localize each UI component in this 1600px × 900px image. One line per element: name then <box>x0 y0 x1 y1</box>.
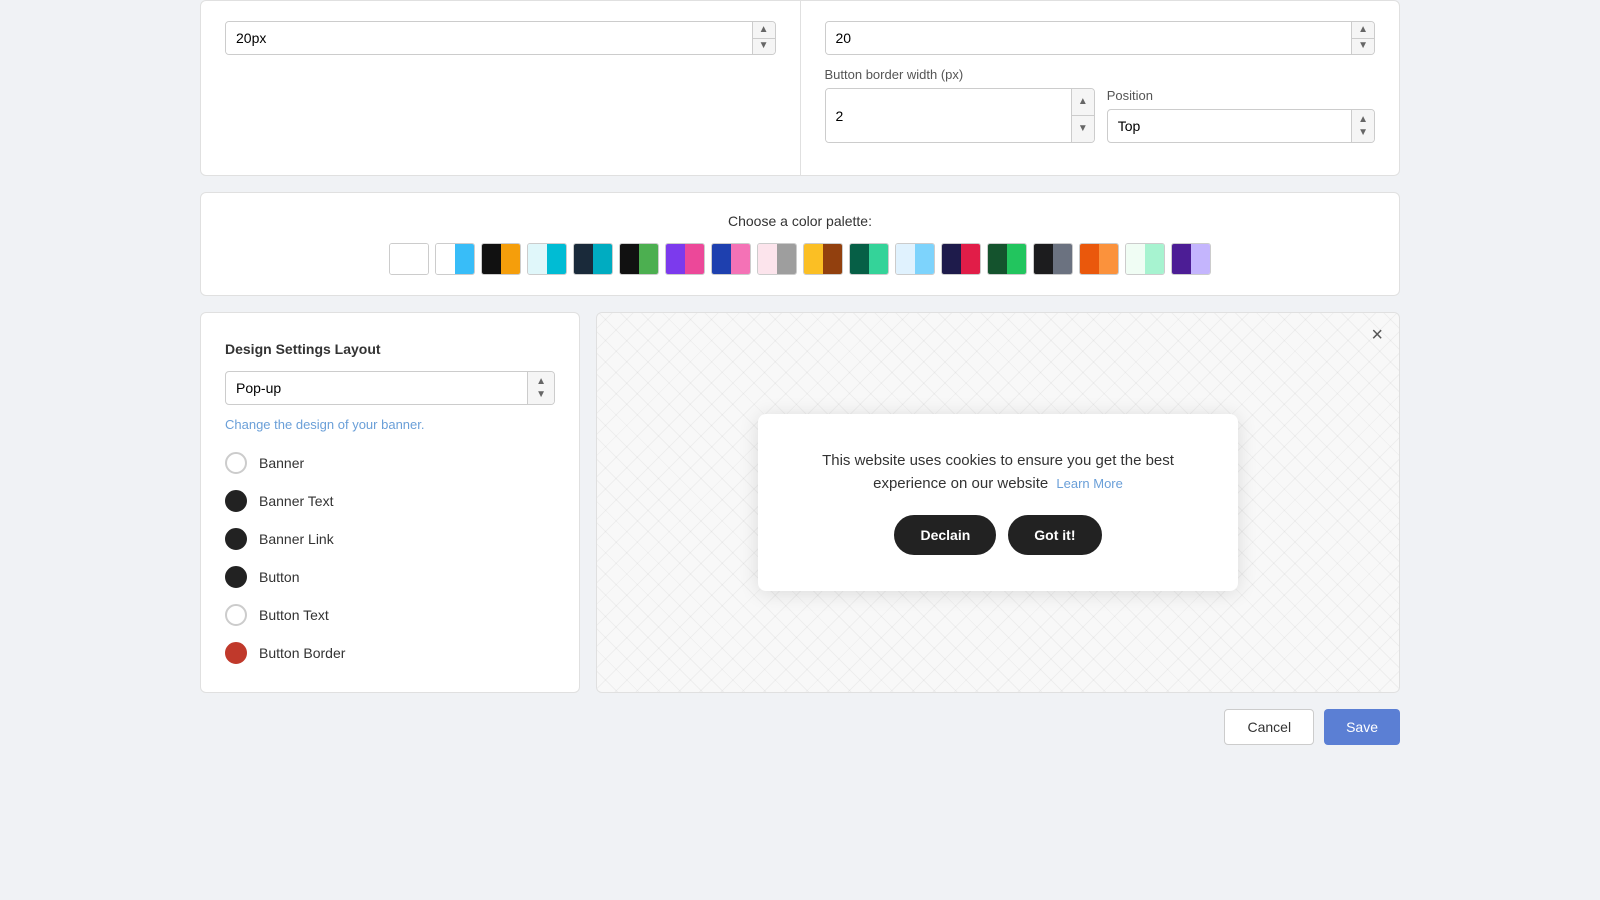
radio-circle-banner-text <box>225 490 247 512</box>
border-width-spinner: ▲ ▼ <box>1071 89 1094 142</box>
radio-circle-button-border <box>225 642 247 664</box>
save-button[interactable]: Save <box>1324 709 1400 745</box>
border-width-label: Button border width (px) <box>825 67 1376 82</box>
preview-card: × This website uses cookies to ensure yo… <box>596 312 1400 693</box>
layout-select[interactable]: Pop-up Banner Floating <box>226 372 527 404</box>
radio-label-banner-text: Banner Text <box>259 493 333 509</box>
close-button[interactable]: × <box>1371 325 1383 345</box>
swatch-7[interactable] <box>711 243 751 275</box>
border-width-down-btn[interactable]: ▼ <box>1072 116 1094 142</box>
radio-circle-button-text <box>225 604 247 626</box>
decline-button[interactable]: Declain <box>894 515 996 555</box>
swatch-12[interactable] <box>941 243 981 275</box>
palette-swatches <box>225 243 1375 275</box>
padding-up-btn[interactable]: ▲ <box>753 22 775 39</box>
swatch-17[interactable] <box>1171 243 1211 275</box>
position-select[interactable]: Top Bottom Left Right <box>1108 110 1351 142</box>
design-settings-card: Design Settings Layout Pop-up Banner Flo… <box>200 312 580 693</box>
cookie-popup: This website uses cookies to ensure you … <box>758 414 1238 591</box>
radio-label-button-border: Button Border <box>259 645 345 661</box>
radio-label-button: Button <box>259 569 299 585</box>
numeric-spinner: ▲ ▼ <box>1351 22 1374 54</box>
position-group: Position Top Bottom Left Right ▲ ▼ <box>1107 88 1375 143</box>
padding-spinner: ▲ ▼ <box>752 22 775 54</box>
radio-circle-button <box>225 566 247 588</box>
cookie-message: This website uses cookies to ensure you … <box>806 450 1190 495</box>
layout-arrow: ▲ ▼ <box>527 372 554 404</box>
numeric-input-group: ▲ ▼ <box>825 21 1376 55</box>
padding-input-group: ▲ ▼ <box>225 21 776 55</box>
swatch-14[interactable] <box>1033 243 1073 275</box>
palette-card: Choose a color palette: <box>200 192 1400 296</box>
swatch-16[interactable] <box>1125 243 1165 275</box>
swatch-15[interactable] <box>1079 243 1119 275</box>
gotit-button[interactable]: Got it! <box>1008 515 1101 555</box>
bottom-row: Design Settings Layout Pop-up Banner Flo… <box>200 312 1400 693</box>
border-width-input-group: ▲ ▼ <box>825 88 1095 143</box>
swatch-13[interactable] <box>987 243 1027 275</box>
radio-circle-banner <box>225 452 247 474</box>
radio-label-banner: Banner <box>259 455 304 471</box>
cookie-buttons: Declain Got it! <box>806 515 1190 555</box>
radio-label-banner-link: Banner Link <box>259 531 334 547</box>
swatch-6[interactable] <box>665 243 705 275</box>
top-card-left: ▲ ▼ <box>201 1 801 175</box>
swatch-5[interactable] <box>619 243 659 275</box>
page-wrapper: ▲ ▼ ▲ ▼ Button border width (px) <box>0 0 1600 900</box>
palette-title: Choose a color palette: <box>225 213 1375 229</box>
swatch-0[interactable] <box>389 243 429 275</box>
position-arrow: ▲ ▼ <box>1351 110 1374 142</box>
radio-circle-banner-link <box>225 528 247 550</box>
padding-down-btn[interactable]: ▼ <box>753 39 775 55</box>
swatch-4[interactable] <box>573 243 613 275</box>
radio-item-button-text[interactable]: Button Text <box>225 604 555 626</box>
swatch-9[interactable] <box>803 243 843 275</box>
radio-item-banner-link[interactable]: Banner Link <box>225 528 555 550</box>
learn-more-link[interactable]: Learn More <box>1056 476 1122 491</box>
footer-buttons: Cancel Save <box>200 709 1400 745</box>
radio-item-button[interactable]: Button <box>225 566 555 588</box>
swatch-10[interactable] <box>849 243 889 275</box>
radio-item-banner-text[interactable]: Banner Text <box>225 490 555 512</box>
padding-input[interactable] <box>226 22 752 54</box>
border-width-group: Button border width (px) ▲ ▼ Position <box>825 67 1376 143</box>
swatch-8[interactable] <box>757 243 797 275</box>
design-card-title: Design Settings Layout <box>225 341 555 357</box>
radio-group: Banner Banner Text Banner Link Button Bu… <box>225 452 555 664</box>
swatch-1[interactable] <box>435 243 475 275</box>
radio-item-banner[interactable]: Banner <box>225 452 555 474</box>
design-subtitle: Change the design of your banner. <box>225 417 555 432</box>
position-select-wrapper: Top Bottom Left Right ▲ ▼ <box>1107 109 1375 143</box>
cancel-button[interactable]: Cancel <box>1224 709 1314 745</box>
radio-item-button-border[interactable]: Button Border <box>225 642 555 664</box>
swatch-3[interactable] <box>527 243 567 275</box>
numeric-input[interactable] <box>826 22 1352 54</box>
radio-label-button-text: Button Text <box>259 607 329 623</box>
layout-select-wrapper: Pop-up Banner Floating ▲ ▼ <box>225 371 555 405</box>
top-card-right: ▲ ▼ Button border width (px) ▲ ▼ Posit <box>801 1 1400 175</box>
position-label: Position <box>1107 88 1375 103</box>
border-width-input[interactable] <box>826 89 1071 142</box>
border-width-up-btn[interactable]: ▲ <box>1072 89 1094 116</box>
swatch-2[interactable] <box>481 243 521 275</box>
numeric-down-btn[interactable]: ▼ <box>1352 39 1374 55</box>
swatch-11[interactable] <box>895 243 935 275</box>
preview-bg: × This website uses cookies to ensure yo… <box>597 313 1399 692</box>
numeric-up-btn[interactable]: ▲ <box>1352 22 1374 39</box>
top-card: ▲ ▼ ▲ ▼ Button border width (px) <box>200 0 1400 176</box>
